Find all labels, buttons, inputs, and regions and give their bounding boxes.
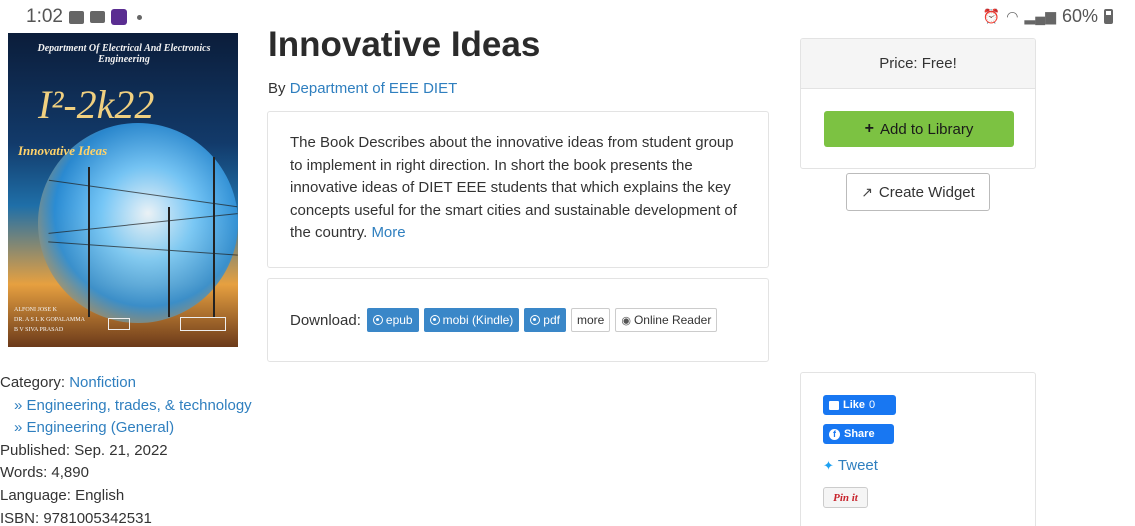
category-row: Category: Nonfiction — [0, 372, 252, 395]
cover-code: I²-2k22 — [38, 82, 155, 127]
download-circle-icon — [429, 315, 440, 325]
more-formats-label: more — [576, 313, 605, 327]
tweet-label: Tweet — [837, 457, 878, 474]
category-label: Category: — [0, 374, 66, 391]
category-link[interactable]: Nonfiction — [69, 374, 136, 391]
cover-tower — [88, 167, 90, 317]
facebook-icon: f — [829, 428, 840, 440]
subcategory-row: » Engineering, trades, & technology — [0, 395, 252, 418]
author-link[interactable]: Department of EEE DIET — [290, 80, 458, 97]
share-square-icon: ↗ — [861, 183, 873, 200]
subcategory-link[interactable]: » Engineering, trades, & technology — [14, 397, 252, 414]
pin-label: Pin it — [833, 491, 858, 504]
signal-icon: ▂▄▆ — [1024, 8, 1056, 24]
download-circle-icon — [372, 315, 383, 325]
word-count: Words: 4,890 — [0, 464, 89, 482]
format-label: epub — [385, 313, 413, 327]
like-label: Like — [843, 399, 866, 411]
tweet-button[interactable]: ✦ Tweet — [823, 457, 878, 474]
cover-author: B V SIVA PRASAD — [14, 327, 64, 333]
yono-app-icon — [110, 9, 127, 25]
status-time: 1:02 — [26, 6, 63, 27]
twitter-bird-icon: ✦ — [823, 457, 834, 473]
download-row: Download: epub mobi (Kindle) pdf more ◉ … — [290, 308, 718, 332]
facebook-like-button[interactable]: Like 0 — [823, 395, 896, 415]
language: Language: English — [0, 486, 125, 504]
more-formats-button[interactable]: more — [570, 308, 611, 332]
message-icon — [89, 11, 105, 23]
book-details: Category: Nonfiction » Engineering, trad… — [0, 372, 252, 526]
cover-authors: ALFONI JOSE K DR. A S L K GOPALAMMA B V … — [14, 305, 85, 335]
format-label: pdf — [543, 313, 560, 327]
status-right: ⏰ ◠ ▂▄▆ 60% — [983, 6, 1113, 27]
cover-department: Department Of Electrical And Electronics… — [37, 43, 211, 65]
cover-title: Innovative Ideas — [18, 143, 108, 158]
download-label: Download: — [290, 311, 361, 329]
add-to-library-button[interactable]: + Add to Library — [824, 111, 1014, 147]
page-title: Innovative Ideas — [268, 25, 541, 64]
wifi-icon: ◠ — [1006, 8, 1019, 24]
cover-logo — [108, 318, 130, 330]
by-prefix: By — [268, 80, 286, 97]
online-reader-label: Online Reader — [633, 313, 712, 327]
description-text: The Book Describes about the innovative … — [290, 134, 737, 242]
eye-icon: ◉ — [621, 314, 631, 327]
price-box: Price: Free! + Add to Library — [800, 38, 1036, 169]
status-left: 1:02 — [26, 6, 142, 28]
cover-logo — [180, 317, 226, 331]
alarm-icon: ⏰ — [982, 8, 1001, 24]
subcategory-row: » Engineering (General) — [0, 417, 252, 440]
cover-author: DR. A S L K GOPALAMMA — [14, 317, 85, 323]
cover-tower — [168, 207, 170, 317]
cover-author: ALFONI JOSE K — [14, 307, 58, 313]
book-cover[interactable]: Department Of Electrical And Electronics… — [8, 33, 238, 347]
download-epub-button[interactable]: epub — [366, 308, 419, 332]
download-mobi-button[interactable]: mobi (Kindle) — [423, 308, 520, 332]
download-box: Download: epub mobi (Kindle) pdf more ◉ … — [267, 278, 769, 362]
notification-dot-icon — [136, 14, 142, 20]
facebook-share-button[interactable]: f Share — [823, 424, 894, 444]
pinterest-button[interactable]: Pin it — [823, 487, 868, 508]
gallery-icon — [68, 10, 84, 24]
thumbs-up-icon — [829, 400, 839, 410]
status-bar: 1:02 ⏰ ◠ ▂▄▆ 60% — [0, 0, 1135, 34]
online-reader-button[interactable]: ◉ Online Reader — [615, 308, 718, 332]
download-pdf-button[interactable]: pdf — [524, 308, 566, 332]
more-description-link[interactable]: More — [371, 224, 405, 241]
isbn: ISBN: 9781005342531 — [0, 509, 152, 526]
create-widget-button[interactable]: ↗ Create Widget — [846, 173, 990, 211]
like-count: 0 — [869, 399, 876, 411]
download-circle-icon — [530, 315, 541, 325]
published-date: Published: Sep. 21, 2022 — [0, 441, 168, 459]
author-line: By Department of EEE DIET — [268, 80, 457, 97]
subcategory-link[interactable]: » Engineering (General) — [14, 419, 174, 436]
battery-icon — [1104, 9, 1113, 24]
description-box: The Book Describes about the innovative … — [267, 111, 769, 268]
share-label: Share — [844, 428, 875, 440]
cover-tower — [213, 157, 215, 317]
price-label: Price: Free! — [801, 39, 1035, 89]
plus-icon: + — [864, 120, 874, 137]
social-box: Like 0 f Share ✦ Tweet Pin it — [800, 372, 1036, 526]
battery-percent: 60% — [1061, 6, 1098, 26]
format-label: mobi (Kindle) — [442, 313, 514, 327]
create-widget-label: Create Widget — [878, 183, 975, 201]
add-to-library-label: Add to Library — [879, 120, 974, 138]
